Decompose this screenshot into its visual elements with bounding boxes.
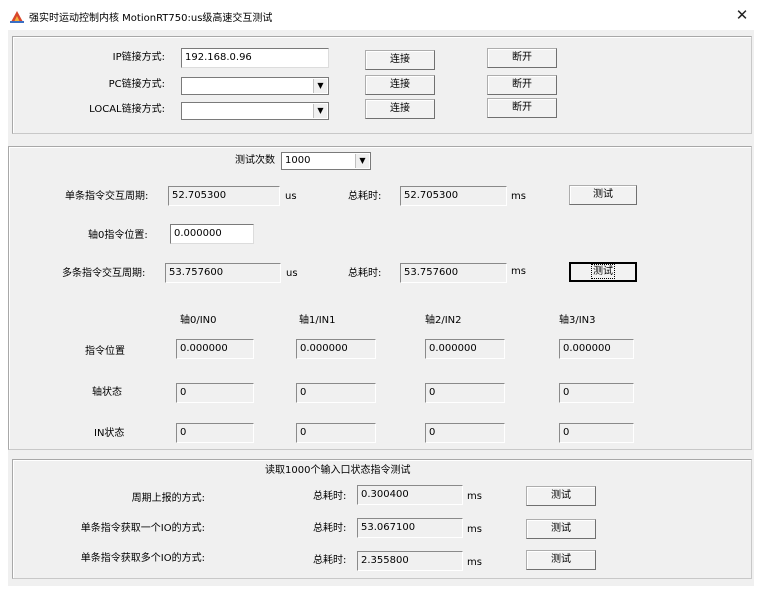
chevron-down-icon[interactable]: ▼ bbox=[355, 154, 369, 168]
io-row0-total-label: 总耗时: bbox=[313, 491, 347, 502]
in2-state-value: 0 bbox=[425, 423, 505, 443]
in3-state-value: 0 bbox=[559, 423, 634, 443]
single-total-label: 总耗时: bbox=[348, 191, 382, 202]
local-port-select[interactable]: ▼ bbox=[181, 102, 329, 120]
multi-cycle-value: 53.757600 bbox=[165, 263, 281, 283]
axis0-state-value: 0 bbox=[176, 383, 254, 403]
io-row0-value: 0.300400 bbox=[357, 485, 463, 505]
window-title: 强实时运动控制内核 MotionRT750:us级高速交互测试 bbox=[29, 13, 273, 24]
axis2-position-value: 0.000000 bbox=[425, 339, 505, 359]
io-row2-unit: ms bbox=[467, 557, 482, 568]
io-row1-value: 53.067100 bbox=[357, 518, 463, 538]
axis3-state-value: 0 bbox=[559, 383, 634, 403]
io-row0-label: 周期上报的方式: bbox=[131, 493, 205, 504]
io-row1-unit: ms bbox=[467, 524, 482, 535]
single-total-value: 52.705300 bbox=[400, 186, 507, 206]
close-icon: ✕ bbox=[735, 6, 749, 24]
ip-connect-label: IP链接方式: bbox=[112, 52, 165, 63]
io-row1-test-button[interactable]: 测试 bbox=[526, 519, 596, 539]
in1-state-value: 0 bbox=[296, 423, 376, 443]
chevron-down-icon[interactable]: ▼ bbox=[313, 104, 327, 118]
axis-header-2: 轴2/IN2 bbox=[425, 315, 462, 326]
single-cycle-unit: us bbox=[285, 191, 297, 202]
multi-cycle-unit: us bbox=[286, 268, 298, 279]
axis-state-row-label: 轴状态 bbox=[92, 387, 122, 398]
multi-total-unit: ms bbox=[511, 266, 526, 277]
single-test-button[interactable]: 测试 bbox=[569, 185, 637, 205]
in0-state-value: 0 bbox=[176, 423, 254, 443]
axis0-position-value: 0.000000 bbox=[176, 339, 254, 359]
ip-address-input[interactable]: 192.168.0.96 bbox=[181, 48, 329, 68]
app-icon bbox=[10, 11, 24, 23]
single-cycle-value: 52.705300 bbox=[168, 186, 280, 206]
multi-total-value: 53.757600 bbox=[400, 263, 507, 283]
close-button[interactable]: ✕ bbox=[731, 5, 753, 25]
io-row2-label: 单条指令获取多个IO的方式: bbox=[80, 553, 205, 564]
io-row0-test-button[interactable]: 测试 bbox=[526, 486, 596, 506]
axis0-position-label: 轴0指令位置: bbox=[88, 230, 148, 241]
local-connect-label: LOCAL链接方式: bbox=[89, 104, 165, 115]
test-count-label: 测试次数 bbox=[235, 155, 275, 166]
test-count-select[interactable]: 1000 ▼ bbox=[281, 152, 371, 170]
single-cycle-label: 单条指令交互周期: bbox=[65, 191, 149, 202]
io-row2-value: 2.355800 bbox=[357, 551, 463, 571]
io-row0-unit: ms bbox=[467, 491, 482, 502]
multi-test-button[interactable]: 测试 bbox=[569, 262, 637, 282]
axis1-position-value: 0.000000 bbox=[296, 339, 376, 359]
axis0-position-input[interactable]: 0.000000 bbox=[170, 224, 254, 244]
pc-connect-label: PC链接方式: bbox=[108, 79, 165, 90]
local-disconnect-button[interactable]: 断开 bbox=[487, 98, 557, 118]
io-row1-label: 单条指令获取一个IO的方式: bbox=[80, 523, 205, 534]
pc-port-select[interactable]: ▼ bbox=[181, 77, 329, 95]
multi-cycle-label: 多条指令交互周期: bbox=[62, 268, 146, 279]
io-row2-test-button[interactable]: 测试 bbox=[526, 550, 596, 570]
title-bar: 强实时运动控制内核 MotionRT750:us级高速交互测试 ✕ bbox=[0, 0, 762, 30]
command-position-row-label: 指令位置 bbox=[85, 346, 125, 357]
pc-connect-button[interactable]: 连接 bbox=[365, 75, 435, 95]
ip-connect-button[interactable]: 连接 bbox=[365, 50, 435, 70]
axis2-state-value: 0 bbox=[425, 383, 505, 403]
input-state-row-label: IN状态 bbox=[94, 428, 125, 439]
axis1-state-value: 0 bbox=[296, 383, 376, 403]
axis-header-3: 轴3/IN3 bbox=[559, 315, 596, 326]
single-total-unit: ms bbox=[511, 191, 526, 202]
ip-disconnect-button[interactable]: 断开 bbox=[487, 48, 557, 68]
axis3-position-value: 0.000000 bbox=[559, 339, 634, 359]
local-connect-button[interactable]: 连接 bbox=[365, 99, 435, 119]
axis-header-1: 轴1/IN1 bbox=[299, 315, 336, 326]
io-test-title: 读取1000个输入口状态指令测试 bbox=[265, 465, 411, 476]
pc-disconnect-button[interactable]: 断开 bbox=[487, 75, 557, 95]
io-row2-total-label: 总耗时: bbox=[313, 555, 347, 566]
axis-header-0: 轴0/IN0 bbox=[180, 315, 217, 326]
multi-total-label: 总耗时: bbox=[348, 268, 382, 279]
io-row1-total-label: 总耗时: bbox=[313, 523, 347, 534]
chevron-down-icon[interactable]: ▼ bbox=[313, 79, 327, 93]
